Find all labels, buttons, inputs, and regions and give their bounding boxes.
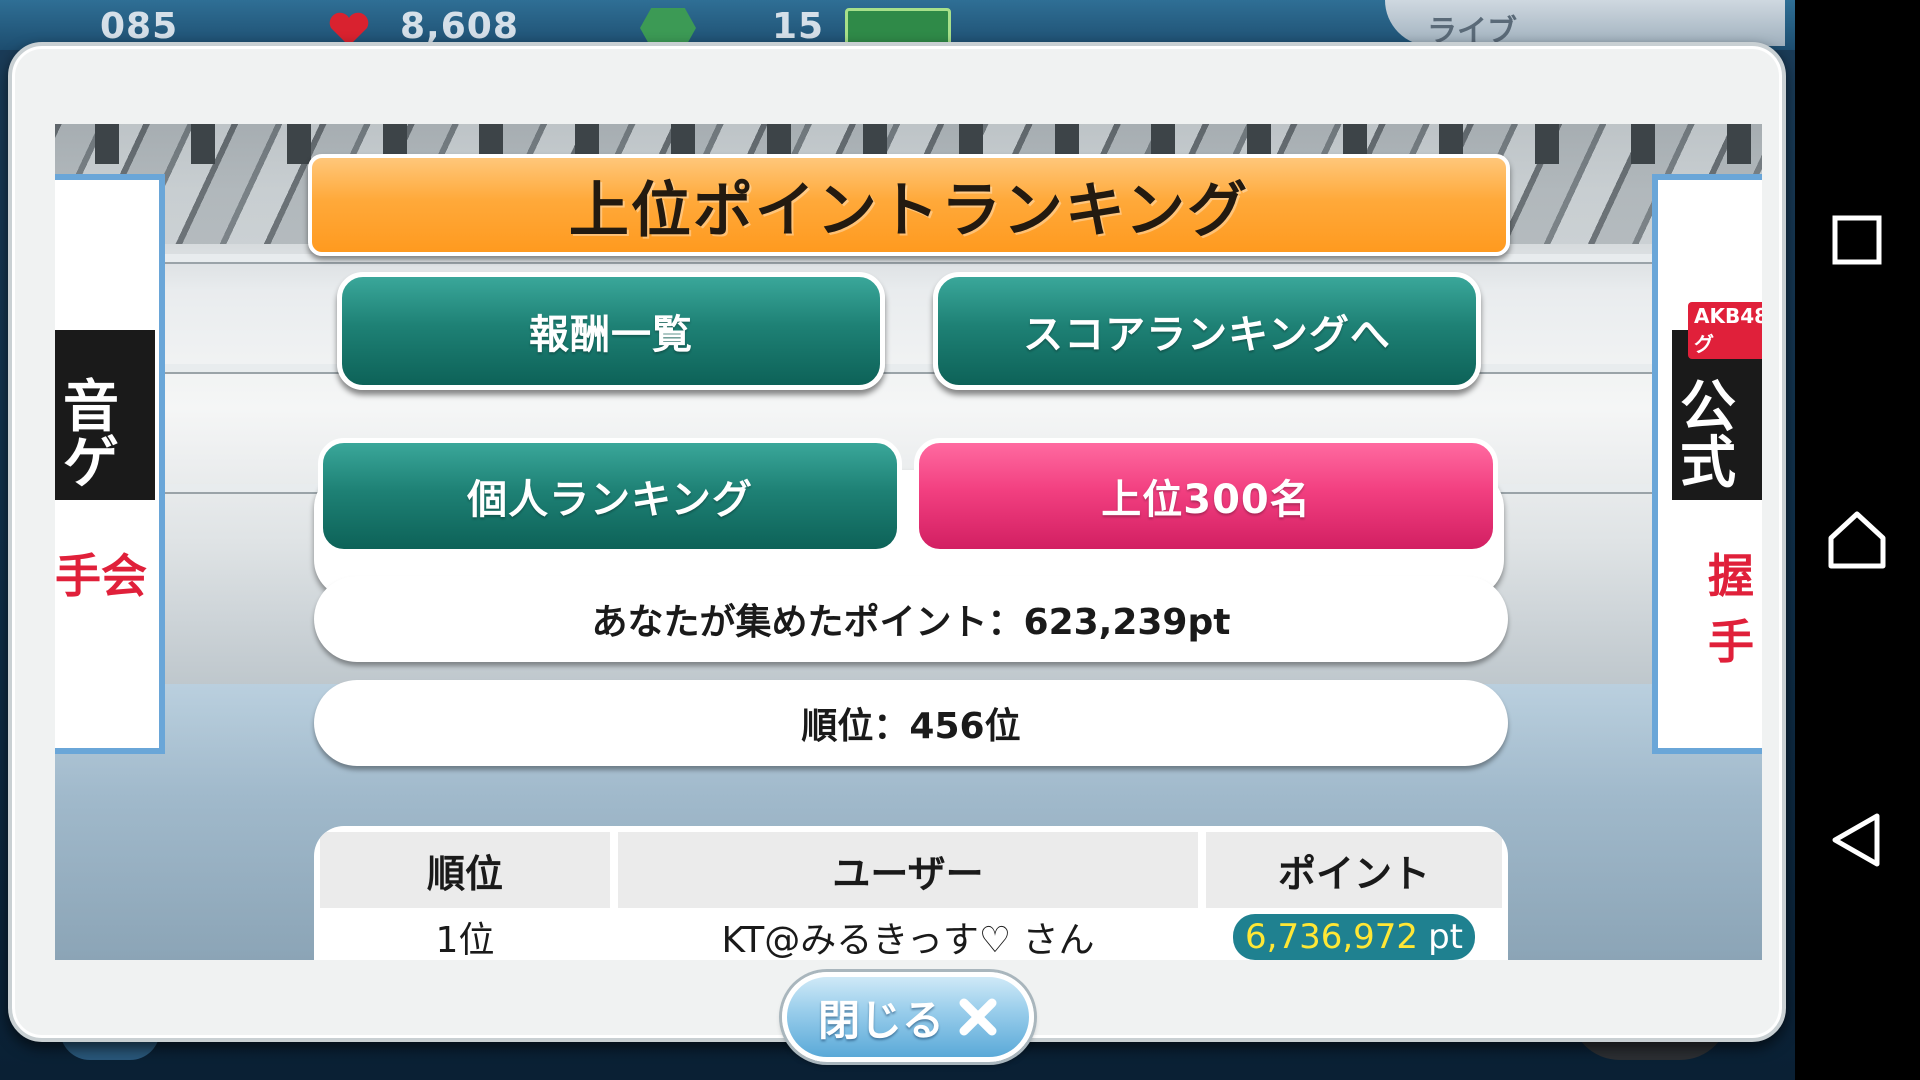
close-label: 閉じる xyxy=(817,995,944,1045)
points-value: 6,736,972 xyxy=(1245,917,1419,957)
recent-apps-button[interactable] xyxy=(1817,200,1897,280)
banner-main-text: 音ゲ xyxy=(63,375,119,496)
row-user: KT@みるきっす♡ さん xyxy=(721,920,1095,960)
points-badge: 6,736,972 pt xyxy=(1233,914,1475,960)
row-rank: 1位 xyxy=(435,920,495,960)
my-rank-text: 順位：456位 xyxy=(801,706,1021,747)
hud-stamina: 085 xyxy=(100,6,179,47)
recent-apps-icon xyxy=(1832,215,1882,265)
table-header-rank: 順位 xyxy=(320,832,610,908)
back-button[interactable] xyxy=(1817,800,1897,880)
tab-personal-ranking[interactable]: 個人ランキング xyxy=(318,438,902,554)
tab-top-300[interactable]: 上位300名 xyxy=(914,438,1498,554)
ranking-table[interactable]: 順位 ユーザー ポイント 1位 KT@みるきっす♡ さん 6,736,972 p… xyxy=(314,826,1508,960)
hud-points: 8,608 xyxy=(400,6,519,47)
rewards-list-label: 報酬一覧 xyxy=(529,312,693,358)
back-icon xyxy=(1832,813,1880,867)
close-button[interactable]: 閉じる xyxy=(782,972,1034,1062)
hud-gem-count: 15 xyxy=(772,6,825,47)
banner-tag: AKB48グ xyxy=(1688,302,1762,359)
banner-main-text: 公式 xyxy=(1680,375,1736,496)
points-unit: pt xyxy=(1428,917,1463,957)
my-points-display: あなたが集めたポイント：623,239pt xyxy=(314,576,1508,662)
tab-personal-ranking-label: 個人ランキング xyxy=(467,477,753,523)
modal-title-bar: 上位ポイントランキング xyxy=(308,154,1510,256)
banner-black-panel: 音ゲ xyxy=(55,330,155,500)
score-ranking-button[interactable]: スコアランキングへ xyxy=(933,272,1481,390)
android-nav-bar xyxy=(1795,0,1920,1080)
home-icon xyxy=(1828,511,1886,569)
left-stage-banner: 音ゲ 手会 xyxy=(55,174,165,754)
app-root: 085 8,608 15 ライブ 音ゲ 手会 公式 AKB48グ 握手 上位ポイ… xyxy=(0,0,1920,1080)
table-header-points: ポイント xyxy=(1206,832,1502,908)
rewards-list-button[interactable]: 報酬一覧 xyxy=(337,272,885,390)
row-points: 6,736,972 pt xyxy=(1206,912,1502,960)
heart-icon xyxy=(329,12,369,46)
banner-red-text: 手会 xyxy=(55,549,147,603)
score-ranking-label: スコアランキングへ xyxy=(1023,312,1391,358)
live-tab[interactable]: ライブ xyxy=(1385,0,1785,49)
right-stage-banner: 公式 AKB48グ 握手 xyxy=(1652,174,1762,754)
table-header-user: ユーザー xyxy=(618,832,1198,908)
ranking-modal: 音ゲ 手会 公式 AKB48グ 握手 上位ポイントランキング 報酬一覧 スコアラ… xyxy=(8,42,1786,1062)
tab-top-300-label: 上位300名 xyxy=(1101,477,1311,523)
home-button[interactable] xyxy=(1817,500,1897,580)
modal-title: 上位ポイントランキング xyxy=(568,175,1250,246)
close-icon xyxy=(959,998,997,1036)
banner-red-text: 握手 xyxy=(1708,549,1754,669)
stage-rail xyxy=(55,364,1762,372)
my-rank-display: 順位：456位 xyxy=(314,680,1508,766)
my-points-text: あなたが集めたポイント：623,239pt xyxy=(591,602,1231,643)
